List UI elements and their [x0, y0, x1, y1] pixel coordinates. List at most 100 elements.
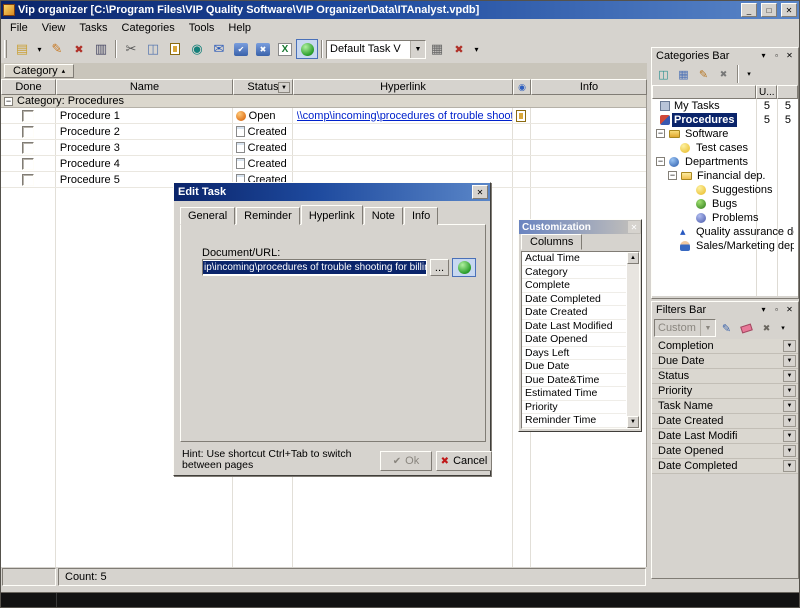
combo-arrow-icon[interactable]: ▼ [410, 41, 425, 58]
task-hyperlink[interactable]: \\comp\incoming\procedures of trouble sh… [297, 110, 513, 122]
tab-columns[interactable]: Columns [521, 234, 582, 250]
filter-dropdown-icon[interactable]: ▼ [783, 430, 796, 442]
new-subcategory-button[interactable]: ▦ [674, 65, 693, 83]
toolbar-grip[interactable] [4, 40, 7, 58]
document-url-input[interactable]: ip\incoming\procedures of trouble shooti… [202, 259, 427, 276]
total-column-header[interactable] [777, 85, 798, 99]
complete-task-button[interactable]: ✔ [230, 39, 252, 59]
cancel-button[interactable]: ✖ Cancel [436, 451, 492, 471]
categories-overflow-dropdown[interactable]: ▾ [743, 65, 755, 83]
collapse-icon[interactable]: − [656, 129, 665, 138]
email-task-button[interactable]: ✉ [208, 39, 230, 59]
table-row[interactable]: Procedure 1 Open \\comp\incoming\procedu… [1, 108, 646, 124]
customization-close-icon[interactable]: ✕ [628, 221, 640, 233]
column-item[interactable]: Reminder Time [522, 414, 626, 428]
column-header-status[interactable]: Status ▼ [233, 79, 293, 95]
panel-close-icon[interactable]: ✕ [783, 303, 796, 316]
dialog-close-button[interactable]: ✕ [472, 185, 488, 199]
tree-item-quality-assurance[interactable]: ▴ Quality assurance de [652, 225, 798, 239]
table-row[interactable]: Procedure 2 Created [1, 124, 646, 140]
combo-arrow-icon[interactable]: ▼ [700, 320, 715, 336]
column-item[interactable]: Due Date [522, 360, 626, 374]
browse-button[interactable]: ... [430, 259, 449, 276]
tree-item-suggestions[interactable]: Suggestions [652, 183, 798, 197]
delete-view-button[interactable]: ✖ [448, 39, 470, 59]
scroll-up-icon[interactable]: ▲ [627, 252, 639, 264]
edit-task-button[interactable]: ✎ [46, 39, 68, 59]
tab-general[interactable]: General [180, 207, 235, 225]
done-checkbox[interactable] [22, 126, 34, 138]
filter-dropdown-icon[interactable]: ▼ [783, 370, 796, 382]
menu-categories[interactable]: Categories [115, 20, 182, 36]
column-item[interactable]: Estimated Time [522, 387, 626, 401]
filter-dropdown-icon[interactable]: ▼ [783, 385, 796, 397]
filter-dropdown-icon[interactable]: ▼ [783, 400, 796, 412]
column-item[interactable]: Actual Time [522, 252, 626, 266]
menu-tools[interactable]: Tools [182, 20, 222, 36]
pin-icon[interactable]: ▫ [770, 49, 783, 62]
delete-task-button[interactable]: ✖ [68, 39, 90, 59]
uncompleted-column-header[interactable]: U... [756, 85, 777, 99]
column-header-name[interactable]: Name [56, 79, 233, 95]
column-item[interactable]: Category [522, 266, 626, 280]
filter-row-date-opened[interactable]: Date Opened▼ [652, 444, 798, 459]
column-item[interactable]: Date Last Modified [522, 320, 626, 334]
tree-item-procedures[interactable]: Procedures 5 5 [652, 113, 798, 127]
column-header-hyperlink[interactable]: Hyperlink [293, 79, 513, 95]
filter-row-task-name[interactable]: Task Name▼ [652, 399, 798, 414]
export-excel-button[interactable]: X [274, 39, 296, 59]
hyperlink-column-icon[interactable]: ◉ [513, 79, 531, 95]
view-overflow-dropdown[interactable]: ▾ [470, 39, 483, 59]
task-view-combo[interactable]: Default Task V ▼ [326, 40, 426, 59]
done-checkbox[interactable] [22, 158, 34, 170]
new-task-button[interactable]: ▤ [11, 39, 33, 59]
done-checkbox[interactable] [22, 174, 34, 186]
cut-button[interactable]: ✂ [120, 39, 142, 59]
pin-icon[interactable]: ▫ [770, 303, 783, 316]
tree-item-my-tasks[interactable]: My Tasks 5 5 [652, 99, 798, 113]
column-item[interactable]: Date Opened [522, 333, 626, 347]
menu-view[interactable]: View [35, 20, 73, 36]
menu-tasks[interactable]: Tasks [72, 20, 114, 36]
filter-dropdown-icon[interactable]: ▼ [783, 415, 796, 427]
panel-menu-icon[interactable]: ▾ [757, 303, 770, 316]
column-item[interactable]: Days Left [522, 347, 626, 361]
done-checkbox[interactable] [22, 110, 34, 122]
column-header-info[interactable]: Info [531, 79, 647, 95]
new-task-dropdown[interactable]: ▾ [33, 39, 46, 59]
filter-dropdown-icon[interactable]: ▼ [783, 460, 796, 472]
filter-row-date-last-modified[interactable]: Date Last Modifi▼ [652, 429, 798, 444]
cancel-task-button[interactable]: ✖ [252, 39, 274, 59]
group-row[interactable]: − Category: Procedures [1, 95, 646, 108]
panel-menu-icon[interactable]: ▾ [757, 49, 770, 62]
customize-view-button[interactable]: ▦ [426, 39, 448, 59]
scroll-down-icon[interactable]: ▼ [627, 416, 639, 428]
group-by-category-button[interactable]: Category ▴ [4, 64, 74, 78]
minimize-button[interactable]: _ [741, 3, 757, 17]
filter-preset-combo[interactable]: Custom ▼ [654, 319, 716, 337]
edit-filter-button[interactable]: ✎ [717, 319, 736, 337]
table-row[interactable]: Procedure 4 Created [1, 156, 646, 172]
delete-category-button[interactable]: ✖ [714, 65, 733, 83]
copy-button[interactable]: ◫ [142, 39, 164, 59]
tree-item-test-cases[interactable]: Test cases [652, 141, 798, 155]
status-filter-dropdown[interactable]: ▼ [278, 82, 290, 93]
tab-reminder[interactable]: Reminder [236, 207, 300, 225]
view-task-button[interactable]: ◉ [186, 39, 208, 59]
scrollbar[interactable]: ▲ ▼ [627, 252, 639, 428]
column-item[interactable]: Priority [522, 401, 626, 415]
tab-note[interactable]: Note [364, 207, 403, 225]
column-item[interactable]: Date Created [522, 306, 626, 320]
open-hyperlink-button[interactable] [452, 258, 476, 277]
close-button[interactable]: ✕ [781, 3, 797, 17]
paste-button[interactable] [164, 39, 186, 59]
panel-close-icon[interactable]: ✕ [783, 49, 796, 62]
tree-item-software[interactable]: − Software [652, 127, 798, 141]
tree-item-financial-dep[interactable]: − Financial dep. [652, 169, 798, 183]
category-column-header[interactable] [652, 85, 756, 99]
tree-item-sales-marketing[interactable]: Sales/Marketing dep [652, 239, 798, 253]
column-header-done[interactable]: Done [1, 79, 56, 95]
tab-info[interactable]: Info [404, 207, 438, 225]
menu-file[interactable]: File [3, 20, 35, 36]
clear-filter-button[interactable] [737, 319, 756, 337]
